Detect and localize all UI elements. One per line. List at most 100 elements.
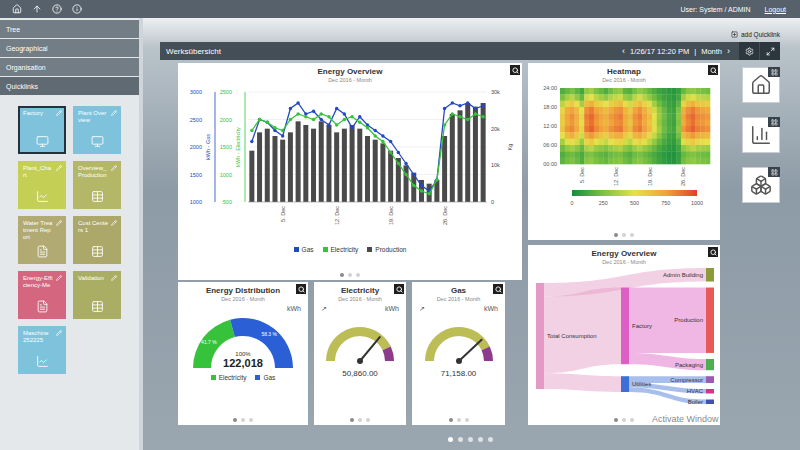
heatmap-cell[interactable] bbox=[637, 145, 642, 152]
heatmap-cell[interactable] bbox=[594, 88, 599, 95]
zoom-button[interactable] bbox=[493, 284, 503, 294]
heatmap-cell[interactable] bbox=[662, 139, 667, 146]
heatmap-cell[interactable] bbox=[618, 158, 623, 165]
heatmap-cell[interactable] bbox=[613, 151, 618, 158]
heatmap-cell[interactable] bbox=[700, 158, 705, 165]
heatmap-cell[interactable] bbox=[633, 139, 638, 146]
heatmap-cell[interactable] bbox=[628, 126, 633, 133]
heatmap-cell[interactable] bbox=[599, 151, 604, 158]
heatmap-cell[interactable] bbox=[594, 120, 599, 127]
quicklink-tile[interactable]: Plant_Chart bbox=[18, 161, 66, 209]
heatmap-cell[interactable] bbox=[594, 126, 599, 133]
heatmap-cell[interactable] bbox=[584, 145, 589, 152]
help-icon[interactable] bbox=[52, 4, 62, 14]
heatmap-cell[interactable] bbox=[623, 151, 628, 158]
heatmap-cell[interactable] bbox=[652, 132, 657, 139]
heatmap-cell[interactable] bbox=[681, 151, 686, 158]
data-point[interactable] bbox=[474, 107, 477, 110]
heatmap-cell[interactable] bbox=[623, 120, 628, 127]
heatmap-cell[interactable] bbox=[560, 126, 565, 133]
heatmap-cell[interactable] bbox=[608, 145, 613, 152]
heatmap-cell[interactable] bbox=[560, 94, 565, 101]
zoom-button[interactable] bbox=[708, 247, 718, 257]
data-point[interactable] bbox=[327, 115, 330, 118]
heatmap-cell[interactable] bbox=[618, 132, 623, 139]
data-point[interactable] bbox=[358, 121, 361, 124]
data-point[interactable] bbox=[443, 107, 446, 110]
heatmap-cell[interactable] bbox=[695, 145, 700, 152]
heatmap-cell[interactable] bbox=[657, 120, 662, 127]
data-point[interactable] bbox=[343, 118, 346, 121]
heatmap-cell[interactable] bbox=[604, 126, 609, 133]
heatmap-cell[interactable] bbox=[623, 88, 628, 95]
heatmap-cell[interactable] bbox=[700, 145, 705, 152]
heatmap-cell[interactable] bbox=[604, 158, 609, 165]
heatmap-cell[interactable] bbox=[671, 145, 676, 152]
heatmap-cell[interactable] bbox=[676, 88, 681, 95]
data-point[interactable] bbox=[289, 107, 292, 110]
sidebar-section[interactable]: Quicklinks bbox=[0, 77, 139, 95]
heatmap-cell[interactable] bbox=[599, 158, 604, 165]
heatmap-cell[interactable] bbox=[628, 120, 633, 127]
heatmap-cell[interactable] bbox=[657, 107, 662, 114]
edit-button[interactable] bbox=[56, 165, 62, 171]
heatmap-cell[interactable] bbox=[642, 101, 647, 108]
heatmap-cell[interactable] bbox=[695, 88, 700, 95]
heatmap-cell[interactable] bbox=[637, 107, 642, 114]
heatmap-cell[interactable] bbox=[657, 132, 662, 139]
data-point[interactable] bbox=[258, 118, 261, 121]
heatmap-cell[interactable] bbox=[657, 151, 662, 158]
heatmap-cell[interactable] bbox=[565, 151, 570, 158]
heatmap-cell[interactable] bbox=[695, 94, 700, 101]
page-dot[interactable] bbox=[241, 418, 245, 422]
page-dot[interactable] bbox=[366, 418, 370, 422]
heatmap-cell[interactable] bbox=[575, 126, 580, 133]
data-point[interactable] bbox=[266, 121, 269, 124]
data-point[interactable] bbox=[273, 126, 276, 129]
heatmap-cell[interactable] bbox=[691, 120, 696, 127]
heatmap-cell[interactable] bbox=[642, 107, 647, 114]
page-dot[interactable] bbox=[488, 437, 493, 442]
data-point[interactable] bbox=[420, 189, 423, 192]
heatmap-cell[interactable] bbox=[608, 151, 613, 158]
heatmap-cell[interactable] bbox=[575, 113, 580, 120]
legend-item[interactable]: Gas bbox=[294, 246, 314, 253]
heatmap-cell[interactable] bbox=[613, 158, 618, 165]
production-bar[interactable] bbox=[342, 129, 347, 202]
heatmap-cell[interactable] bbox=[647, 107, 652, 114]
data-point[interactable] bbox=[474, 112, 477, 115]
heatmap-cell[interactable] bbox=[647, 126, 652, 133]
heatmap-cell[interactable] bbox=[613, 145, 618, 152]
legend-item[interactable]: Production bbox=[367, 246, 406, 253]
heatmap-cell[interactable] bbox=[565, 88, 570, 95]
heatmap-cell[interactable] bbox=[691, 101, 696, 108]
heatmap-cell[interactable] bbox=[628, 107, 633, 114]
heatmap-cell[interactable] bbox=[565, 139, 570, 146]
heatmap-cell[interactable] bbox=[652, 113, 657, 120]
heatmap-cell[interactable] bbox=[700, 107, 705, 114]
heatmap-cell[interactable] bbox=[628, 158, 633, 165]
heatmap-cell[interactable] bbox=[642, 120, 647, 127]
heatmap-cell[interactable] bbox=[671, 126, 676, 133]
data-point[interactable] bbox=[458, 115, 461, 118]
heatmap-cell[interactable] bbox=[599, 139, 604, 146]
edit-button[interactable] bbox=[56, 220, 62, 226]
heatmap-cell[interactable] bbox=[695, 132, 700, 139]
flow-link[interactable] bbox=[544, 373, 621, 392]
production-bar[interactable] bbox=[326, 125, 331, 202]
data-point[interactable] bbox=[381, 140, 384, 143]
heatmap-cell[interactable] bbox=[618, 94, 623, 101]
heatmap-cell[interactable] bbox=[637, 132, 642, 139]
zoom-button[interactable] bbox=[296, 284, 306, 294]
heatmap-cell[interactable] bbox=[681, 94, 686, 101]
heatmap-cell[interactable] bbox=[633, 145, 638, 152]
heatmap-cell[interactable] bbox=[608, 139, 613, 146]
data-point[interactable] bbox=[443, 123, 446, 126]
heatmap-cell[interactable] bbox=[700, 151, 705, 158]
heatmap-cell[interactable] bbox=[700, 132, 705, 139]
heatmap-cell[interactable] bbox=[575, 88, 580, 95]
heatmap-cell[interactable] bbox=[633, 158, 638, 165]
heatmap-cell[interactable] bbox=[584, 94, 589, 101]
heatmap-cell[interactable] bbox=[604, 139, 609, 146]
heatmap-cell[interactable] bbox=[633, 151, 638, 158]
